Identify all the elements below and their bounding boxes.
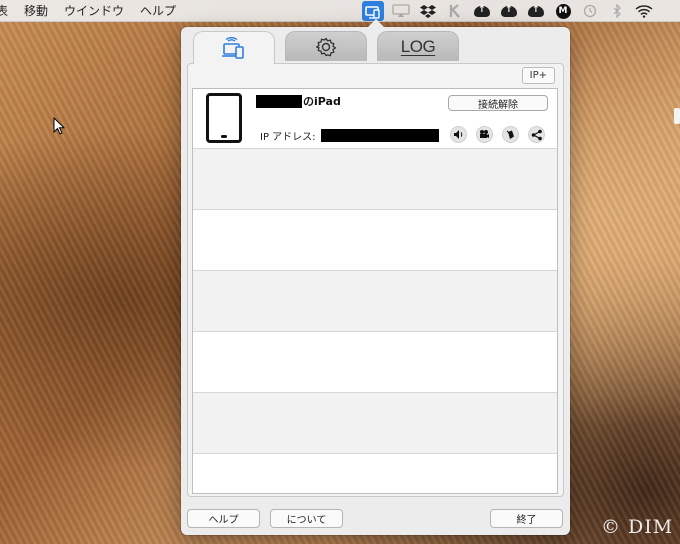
cloud-upload-icon[interactable] [527, 2, 545, 20]
add-ip-button[interactable]: IP+ [521, 67, 555, 84]
device-name-suffix: のiPad [303, 95, 341, 108]
redacted-block [256, 94, 302, 108]
device-list: のiPad 接続解除 IP アドレス: [192, 88, 558, 494]
menu-bar: 表 移動 ウインドウ ヘルプ M [0, 0, 680, 22]
mouse-icon[interactable] [502, 126, 519, 143]
ipad-icon [206, 93, 242, 143]
wifi-icon[interactable] [635, 2, 653, 20]
status-menu-icons: M [362, 0, 662, 22]
bluetooth-icon[interactable] [608, 2, 626, 20]
list-item [193, 210, 557, 271]
list-item [193, 454, 557, 493]
cloud-upload-icon[interactable] [500, 2, 518, 20]
device-actions [450, 126, 554, 143]
tab-devices[interactable] [193, 31, 275, 64]
time-machine-icon[interactable] [581, 2, 599, 20]
window-edge [674, 108, 680, 124]
airserver-popover: LOG IP+ のiPad 接続解除 IP アドレス: ヘルプ について 終了 [181, 19, 570, 535]
watermark: © DIM [601, 516, 674, 538]
list-item [193, 271, 557, 332]
k-icon[interactable] [446, 2, 464, 20]
popover-tabs: LOG [193, 31, 469, 64]
ip-address-line: IP アドレス: [260, 128, 439, 143]
ip-address-label: IP アドレス: [260, 132, 316, 143]
tab-log-label: LOG [400, 36, 436, 56]
redacted-block [320, 129, 439, 142]
menu-item-table[interactable]: 表 [0, 2, 16, 19]
popover-footer: ヘルプ について 終了 [186, 509, 563, 529]
list-item[interactable]: のiPad 接続解除 IP アドレス: [193, 89, 557, 149]
m-icon[interactable]: M [554, 2, 572, 20]
gear-icon [315, 37, 337, 56]
menu-item-help[interactable]: ヘルプ [132, 2, 184, 19]
list-item [193, 393, 557, 454]
menu-item-window[interactable]: ウインドウ [56, 2, 132, 19]
devices-icon [222, 37, 244, 59]
cloud-upload-icon[interactable] [473, 2, 491, 20]
camera-icon[interactable] [476, 126, 493, 143]
quit-button[interactable]: 終了 [490, 509, 563, 528]
menu-item-go[interactable]: 移動 [16, 2, 56, 19]
dropbox-icon[interactable] [419, 2, 437, 20]
airplay-icon[interactable] [392, 2, 410, 20]
list-item [193, 149, 557, 210]
disconnect-button[interactable]: 接続解除 [448, 95, 548, 111]
speaker-icon[interactable] [450, 126, 467, 143]
tab-log[interactable]: LOG [377, 31, 459, 61]
list-item [193, 332, 557, 393]
device-name: のiPad [256, 93, 341, 109]
devices-panel: IP+ のiPad 接続解除 IP アドレス: [187, 63, 564, 497]
mouse-cursor-icon [53, 117, 65, 135]
tab-settings[interactable] [285, 31, 367, 61]
help-button[interactable]: ヘルプ [187, 509, 260, 528]
airserver-icon[interactable] [362, 1, 384, 21]
share-icon[interactable] [528, 126, 545, 143]
about-button[interactable]: について [270, 509, 343, 528]
